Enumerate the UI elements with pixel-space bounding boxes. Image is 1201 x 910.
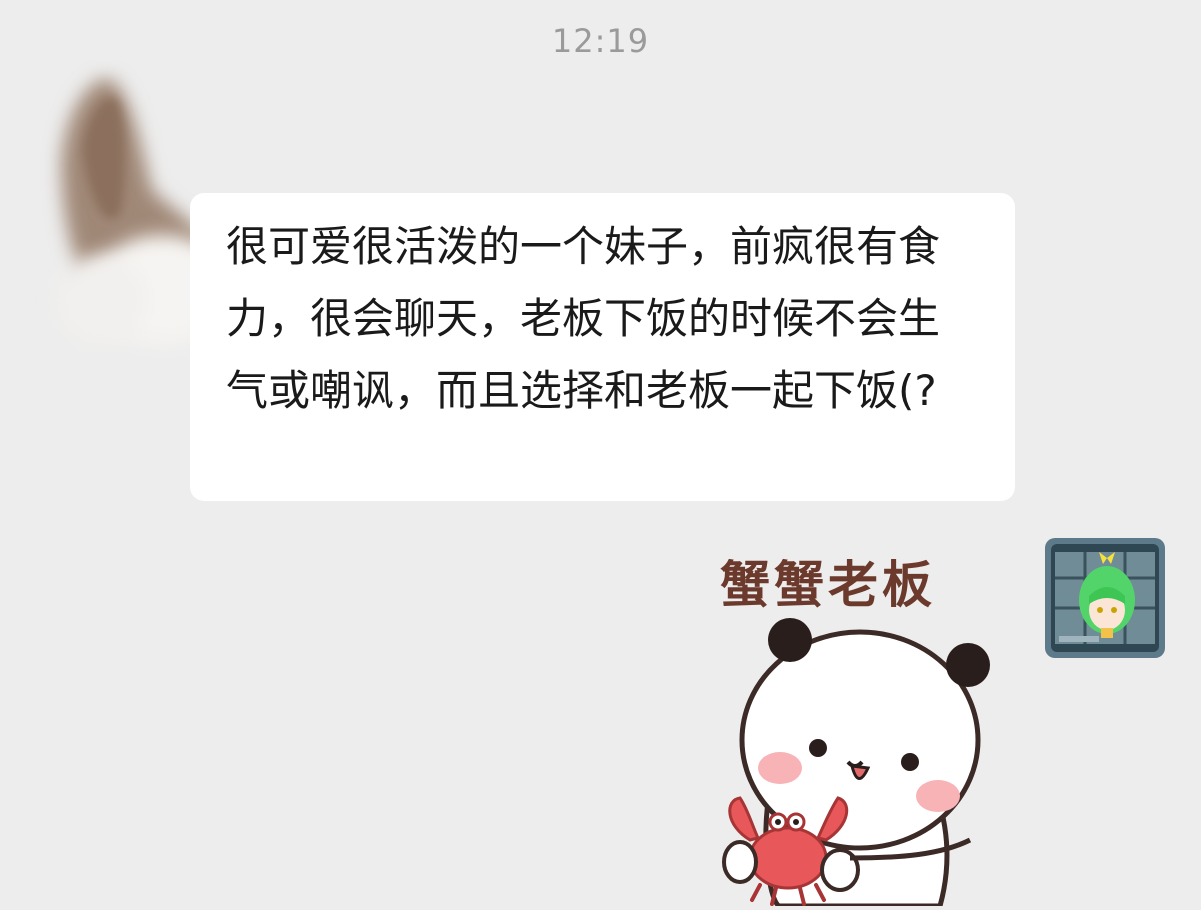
chat-area: 12:19 很可爱很活泼的一个妹子，前疯很有食力，很会聊天，老板下饭的时候不会生… [0,0,1201,909]
message-timestamp: 12:19 [551,22,650,60]
message-text: 很可爱很活泼的一个妹子，前疯很有食力，很会聊天，老板下饭的时候不会生气或嘲讽，而… [226,222,941,415]
received-message-bubble[interactable]: 很可爱很活泼的一个妹子，前疯很有食力，很会聊天，老板下饭的时候不会生气或嘲讽，而… [190,193,1015,501]
own-avatar[interactable] [1045,538,1165,658]
sticker-caption: 蟹蟹老板 [720,555,936,614]
